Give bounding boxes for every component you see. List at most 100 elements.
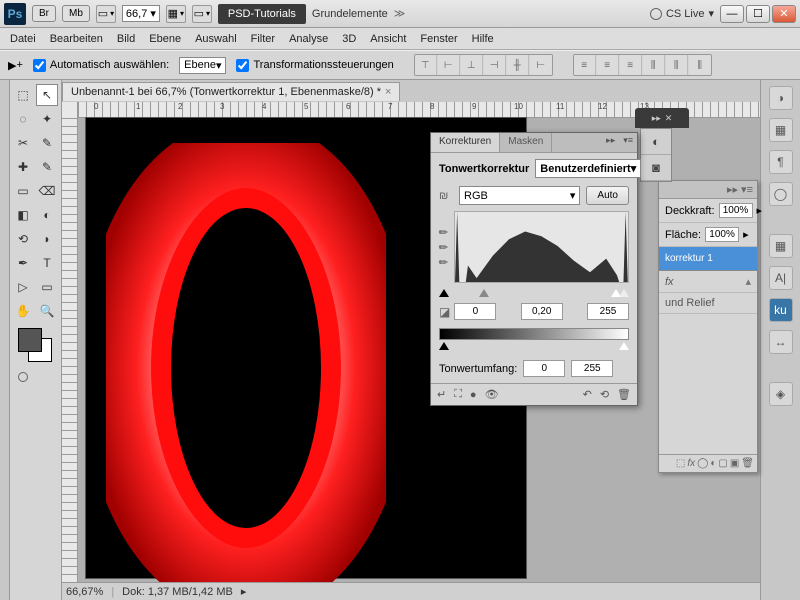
- tool-dodge[interactable]: ◗: [36, 228, 58, 250]
- tool-gradient[interactable]: ◐: [36, 204, 58, 226]
- layer-item[interactable]: korrektur 1: [659, 247, 757, 271]
- align-vcenter-icon[interactable]: ⊢: [438, 55, 460, 75]
- adjustment-layer-icon[interactable]: ◐: [710, 458, 716, 469]
- panel-icon-5[interactable]: ▦: [769, 234, 793, 258]
- status-zoom[interactable]: 66,67%: [66, 586, 103, 598]
- tool-eraser[interactable]: ◧: [12, 204, 34, 226]
- menu-ebene[interactable]: Ebene: [149, 33, 181, 45]
- reset-icon[interactable]: ⟲: [600, 388, 609, 401]
- tool-stamp[interactable]: ▭: [12, 180, 34, 202]
- tool-path[interactable]: ▷: [12, 276, 34, 298]
- document-tab[interactable]: Unbenannt-1 bei 66,7% (Tonwertkorrektur …: [62, 82, 400, 101]
- tool-pen[interactable]: ✒: [12, 252, 34, 274]
- input-mid[interactable]: [521, 303, 563, 320]
- tool-zoom[interactable]: 🔍: [36, 300, 58, 322]
- align-hcenter-icon[interactable]: ╫: [507, 55, 529, 75]
- panel-icon-4[interactable]: ◯: [769, 182, 793, 206]
- output-white[interactable]: [571, 360, 613, 377]
- status-arrow-icon[interactable]: ▸: [241, 585, 247, 598]
- panel-icon-8[interactable]: ↔: [769, 330, 793, 354]
- workspace-name[interactable]: Grundelemente: [312, 8, 388, 20]
- input-black[interactable]: [454, 303, 496, 320]
- swatches-panel-icon[interactable]: ▦: [769, 118, 793, 142]
- quickmask-toggle[interactable]: [18, 372, 28, 382]
- layers-collapse-icon[interactable]: ▸▸ ▾≡: [727, 183, 753, 196]
- minimize-button[interactable]: —: [720, 5, 744, 23]
- dist-right-icon[interactable]: ⫼: [689, 55, 711, 75]
- tool-shape[interactable]: ▭: [36, 276, 58, 298]
- adjustment-icon-2[interactable]: ◙: [641, 155, 671, 181]
- menu-bearbeiten[interactable]: Bearbeiten: [50, 33, 103, 45]
- zoom-combo[interactable]: 66,7▾: [122, 5, 160, 22]
- menu-analyse[interactable]: Analyse: [289, 33, 328, 45]
- tool-type[interactable]: T: [36, 252, 58, 274]
- menu-auswahl[interactable]: Auswahl: [195, 33, 237, 45]
- tool-eyedropper[interactable]: ✎: [36, 132, 58, 154]
- transform-controls-checkbox[interactable]: Transformationssteuerungen: [236, 59, 393, 72]
- panel-icon-9[interactable]: ◈: [769, 382, 793, 406]
- clip-icon[interactable]: ●: [470, 389, 477, 401]
- tab-close-icon[interactable]: ×: [385, 86, 391, 98]
- screen-mode-button[interactable]: ▭: [96, 5, 116, 23]
- output-levels-slider[interactable]: [439, 342, 629, 352]
- tool-blur[interactable]: ⟲: [12, 228, 34, 250]
- align-top-icon[interactable]: ⊤: [415, 55, 437, 75]
- mini-panel-collapse[interactable]: ▸▸✕: [635, 108, 689, 128]
- tool-lasso[interactable]: ◌: [12, 108, 34, 130]
- menu-3d[interactable]: 3D: [342, 33, 356, 45]
- dist-left-icon[interactable]: ⫼: [643, 55, 665, 75]
- auto-select-checkbox[interactable]: Automatisch auswählen:: [33, 59, 169, 72]
- cs-live[interactable]: CS Live▾: [650, 7, 714, 20]
- panel-menu-icon[interactable]: ▾≡: [619, 133, 637, 152]
- color-panel-icon[interactable]: ◑: [769, 86, 793, 110]
- maximize-button[interactable]: ☐: [746, 5, 770, 23]
- workspace-badge[interactable]: PSD-Tutorials: [218, 4, 306, 24]
- auto-button[interactable]: Auto: [586, 186, 629, 205]
- eyedropper-white-icon[interactable]: ✎: [436, 254, 452, 270]
- mask-icon[interactable]: ◯: [697, 458, 708, 469]
- character-panel-icon[interactable]: A|: [769, 266, 793, 290]
- auto-select-mode[interactable]: Ebene ▾: [179, 57, 226, 74]
- levels-dialog-icon[interactable]: ◪: [439, 305, 450, 319]
- status-doc-size[interactable]: Dok: 1,37 MB/1,42 MB: [122, 586, 233, 598]
- expand-icon[interactable]: ⛶: [454, 388, 462, 401]
- align-right-icon[interactable]: ⊢: [530, 55, 552, 75]
- output-black[interactable]: [523, 360, 565, 377]
- visibility-icon[interactable]: 👁: [485, 388, 499, 401]
- tool-hand[interactable]: ✋: [12, 300, 34, 322]
- minibridge-button[interactable]: Mb: [62, 5, 90, 22]
- dist-bottom-icon[interactable]: ≡: [620, 55, 642, 75]
- eyedropper-gray-icon[interactable]: ✎: [436, 239, 452, 255]
- trash-icon[interactable]: 🗑: [617, 388, 631, 401]
- tool-heal[interactable]: ✚: [12, 156, 34, 178]
- kuler-panel-icon[interactable]: ku: [769, 298, 793, 322]
- menu-hilfe[interactable]: Hilfe: [472, 33, 494, 45]
- menu-bild[interactable]: Bild: [117, 33, 135, 45]
- tool-brush[interactable]: ✎: [36, 156, 58, 178]
- dist-top-icon[interactable]: ≡: [574, 55, 596, 75]
- new-layer-icon[interactable]: ▣: [730, 458, 739, 469]
- delete-layer-icon[interactable]: 🗑: [741, 458, 754, 469]
- dist-vcenter-icon[interactable]: ≡: [597, 55, 619, 75]
- tab-masken[interactable]: Masken: [500, 133, 552, 152]
- arrange-button[interactable]: ▦: [166, 5, 186, 23]
- bridge-button[interactable]: Br: [32, 5, 56, 22]
- fill-input[interactable]: [705, 227, 739, 242]
- extras-button[interactable]: ▭: [192, 5, 212, 23]
- menu-fenster[interactable]: Fenster: [420, 33, 457, 45]
- input-levels-slider[interactable]: [439, 289, 629, 299]
- align-bottom-icon[interactable]: ⊥: [461, 55, 483, 75]
- channel-select[interactable]: RGB▾: [459, 186, 580, 205]
- folder-icon[interactable]: ▢: [718, 458, 727, 469]
- tool-crop[interactable]: ✂: [12, 132, 34, 154]
- adjustment-icon-1[interactable]: ◐: [641, 129, 671, 155]
- layer-effect[interactable]: und Relief: [665, 297, 715, 309]
- opacity-input[interactable]: [719, 203, 753, 218]
- align-left-icon[interactable]: ⊣: [484, 55, 506, 75]
- tool-wand[interactable]: ✦: [36, 108, 58, 130]
- tool-history[interactable]: ⌫: [36, 180, 58, 202]
- tool-marquee[interactable]: ⬚: [12, 84, 34, 106]
- fx-icon[interactable]: fx: [687, 458, 695, 469]
- paragraph-panel-icon[interactable]: ¶: [769, 150, 793, 174]
- input-white[interactable]: [587, 303, 629, 320]
